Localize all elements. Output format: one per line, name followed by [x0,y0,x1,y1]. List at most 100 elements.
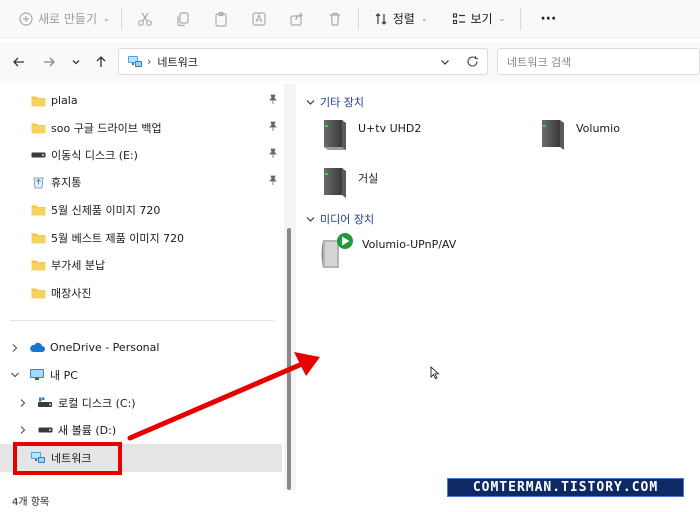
nav-item-vat-installment[interactable]: 부가세 분납 [0,251,282,278]
media-server-icon [324,168,346,198]
pin-icon [268,175,278,189]
nav-item-may-new-products[interactable]: 5월 신제품 이미지 720 [0,196,282,223]
nav-item-label: 로컬 디스크 (C:) [58,396,136,410]
nav-item-label: 매장사진 [51,286,92,300]
share-button[interactable] [286,4,308,34]
new-button[interactable]: 새로 만들기 ⌄ [12,4,117,34]
navigation-pane: plala soo 구글 드라이브 백업 이동식 디스크 (E:) 휴지통 5월… [0,84,296,490]
nav-item-label: soo 구글 드라이브 백업 [51,121,162,135]
folder-icon [30,203,46,217]
nav-item-label: 이동식 디스크 (E:) [51,148,138,162]
folder-icon [30,231,46,245]
view-button[interactable]: 보기 ⌄ [445,4,513,34]
toolbar-divider [357,7,359,30]
refresh-icon [467,56,478,67]
rename-button[interactable] [248,4,270,34]
back-button[interactable] [10,53,28,71]
nav-item-recycle-bin[interactable]: 휴지통 [0,168,282,195]
arrow-right-icon [44,57,55,67]
plus-circle-icon [19,11,33,26]
up-button[interactable] [92,53,110,71]
recycle-bin-icon [30,175,46,189]
share-icon [290,12,303,26]
rename-icon [252,11,266,26]
device-volumio[interactable]: Volumio [538,116,620,152]
recent-locations-button[interactable] [67,53,85,71]
address-dropdown-button[interactable] [439,56,451,71]
chevron-down-icon [441,60,449,65]
search-input[interactable]: 네트워크 검색 [497,48,700,75]
forward-button[interactable] [40,53,58,71]
mouse-cursor-icon [430,365,440,383]
media-server-icon [324,120,346,150]
more-options-button[interactable]: ··· [533,4,563,34]
breadcrumb-separator-icon: › [147,55,152,68]
nav-item-label: 5월 신제품 이미지 720 [51,203,161,217]
drive-icon [37,423,53,437]
nav-item-label: 내 PC [50,368,78,382]
nav-item-store-photos[interactable]: 매장사진 [0,279,282,306]
device-label: U+tv UHD2 [358,122,422,135]
status-item-count: 4개 항목 [12,497,50,508]
view-list-icon [452,12,465,24]
view-button-label: 보기 [470,12,493,26]
highlight-box [13,442,122,475]
chevron-down-icon: ⌄ [498,14,506,23]
device-utv-uhd2[interactable]: U+tv UHD2 [320,116,421,152]
folder-icon [30,286,46,300]
chevron-down-icon: ⌄ [103,14,110,23]
refresh-button[interactable] [466,55,479,71]
cut-button[interactable] [134,4,156,34]
pin-icon [268,94,278,108]
network-icon [128,55,142,67]
nav-item-may-best-products[interactable]: 5월 베스트 제품 이미지 720 [0,224,282,251]
nav-item-google-drive-backup[interactable]: soo 구글 드라이브 백업 [0,114,282,141]
paste-button[interactable] [210,4,232,34]
media-server-icon [542,120,564,150]
scissors-icon [137,12,152,26]
nav-item-local-disk-c[interactable]: 로컬 디스크 (C:) [0,389,282,416]
device-living-room[interactable]: 거실 [320,164,378,200]
arrow-up-icon [96,56,106,67]
group-header-media-devices[interactable]: 미디어 장치 [306,211,374,227]
folder-icon [30,258,46,272]
nav-scrollbar-thumb[interactable] [287,228,291,490]
copy-button[interactable] [172,4,194,34]
nav-item-onedrive[interactable]: OneDrive - Personal [0,334,282,361]
nav-item-removable-disk[interactable]: 이동식 디스크 (E:) [0,141,282,168]
delete-button[interactable] [324,4,346,34]
nav-item-label: OneDrive - Personal [50,341,160,354]
group-header-label: 미디어 장치 [320,213,375,226]
nav-item-label: 5월 베스트 제품 이미지 720 [51,231,185,245]
clipboard-icon [215,11,227,27]
group-header-other-devices[interactable]: 기타 장치 [306,94,364,110]
chevron-down-icon[interactable] [10,371,20,379]
chevron-down-icon: ⌄ [420,14,428,23]
search-placeholder: 네트워크 검색 [507,55,572,69]
nav-item-label: plala [51,94,78,107]
device-label: Volumio-UPnP/AV [362,238,457,251]
sort-button-label: 정렬 [392,12,415,26]
breadcrumb-network[interactable]: 네트워크 [157,54,197,70]
cloud-icon [29,341,45,355]
toolbar-divider [120,7,122,30]
nav-item-this-pc[interactable]: 내 PC [0,361,282,388]
chevron-right-icon[interactable] [18,425,28,435]
chevron-down-icon [72,60,80,65]
address-row: › 네트워크 네트워크 검색 [0,43,700,81]
trash-icon [329,12,340,26]
nav-item-new-volume-d[interactable]: 새 볼륨 (D:) [0,416,282,443]
address-bar[interactable]: › 네트워크 [118,48,488,75]
sort-button[interactable]: 정렬 ⌄ [367,4,435,34]
watermark: COMTERMAN.TISTORY.COM [447,478,684,497]
chevron-right-icon[interactable] [18,398,28,408]
chevron-right-icon[interactable] [10,343,20,353]
nav-item-plala[interactable]: plala [0,87,282,114]
system-drive-icon [37,396,53,410]
device-volumio-upnp[interactable]: Volumio-UPnP/AV [320,232,456,270]
command-bar: 새로 만들기 ⌄ 정렬 ⌄ 보기 ⌄ ··· [0,0,700,38]
media-device-play-icon [321,233,353,268]
more-icon: ··· [540,10,557,27]
drive-icon [30,148,46,162]
pin-icon [268,148,278,162]
